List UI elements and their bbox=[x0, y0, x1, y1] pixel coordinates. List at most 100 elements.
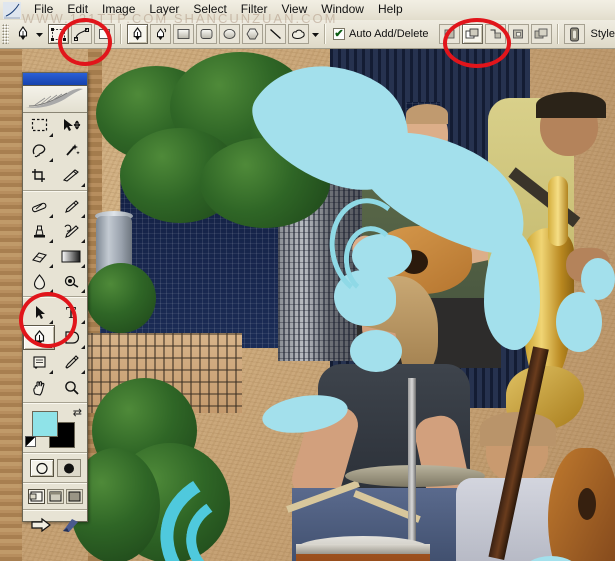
auto-add-delete-checkbox[interactable]: ✔ Auto Add/Delete bbox=[333, 28, 429, 40]
menu-layer[interactable]: Layer bbox=[142, 1, 186, 19]
flyout-triangle-icon bbox=[81, 183, 85, 187]
subtract-from-shape-area-button[interactable] bbox=[461, 24, 483, 44]
tools-palette[interactable]: T ⇄ bbox=[22, 72, 88, 533]
intersect-shape-areas-button[interactable] bbox=[484, 24, 506, 44]
foreground-color-swatch[interactable] bbox=[32, 411, 58, 437]
standard-screen-mode-button[interactable] bbox=[27, 489, 45, 504]
flyout-triangle-icon bbox=[81, 289, 85, 293]
photo-collage-canvas[interactable]: shan cun shancun .net bbox=[0, 48, 615, 561]
history-brush-tool[interactable] bbox=[55, 219, 87, 244]
exclude-overlapping-button[interactable] bbox=[507, 24, 529, 44]
default-colors-icon[interactable] bbox=[25, 436, 36, 447]
fill-pixels-button[interactable] bbox=[94, 24, 115, 44]
shape-layers-button[interactable] bbox=[48, 24, 69, 44]
menu-help[interactable]: Help bbox=[371, 1, 410, 19]
lasso-tool[interactable] bbox=[23, 138, 55, 163]
polygon-button[interactable] bbox=[242, 24, 263, 44]
custom-shape-button[interactable] bbox=[288, 24, 309, 44]
full-screen-mode-button[interactable] bbox=[65, 489, 83, 504]
tool-preset-caret-icon[interactable] bbox=[34, 31, 44, 38]
jump-to-row[interactable] bbox=[23, 513, 87, 541]
geometry-options-caret-icon[interactable] bbox=[310, 31, 320, 38]
photoshop-feather-icon[interactable] bbox=[3, 1, 21, 19]
photoshop-window: shan cun shancun .net bbox=[0, 0, 615, 561]
menu-edit[interactable]: Edit bbox=[60, 1, 95, 19]
mask-mode-row[interactable] bbox=[23, 456, 87, 480]
clone-stamp-tool[interactable] bbox=[23, 219, 55, 244]
menu-file[interactable]: File bbox=[27, 1, 60, 19]
menu-bar[interactable]: File Edit Image Layer Select Filter View… bbox=[0, 0, 615, 21]
flyout-triangle-icon bbox=[81, 239, 85, 243]
brush-tool[interactable] bbox=[55, 194, 87, 219]
gradient-tool[interactable] bbox=[55, 244, 87, 269]
cyan-splash-shape bbox=[581, 258, 615, 300]
screen-mode-row[interactable] bbox=[23, 486, 87, 507]
add-to-shape-area-button[interactable] bbox=[438, 24, 460, 44]
imageready-icon[interactable] bbox=[60, 517, 80, 539]
menu-window[interactable]: Window bbox=[314, 1, 371, 19]
swap-colors-icon[interactable]: ⇄ bbox=[73, 408, 82, 419]
eyedropper-tool[interactable] bbox=[55, 350, 87, 375]
color-swatches[interactable]: ⇄ bbox=[23, 406, 87, 450]
flyout-triangle-icon bbox=[49, 158, 53, 162]
tool-group-selection[interactable] bbox=[23, 113, 87, 188]
healing-brush-tool[interactable] bbox=[23, 194, 55, 219]
tool-group-vector[interactable]: T bbox=[23, 300, 87, 400]
rounded-rectangle-button[interactable] bbox=[196, 24, 217, 44]
slice-tool[interactable] bbox=[55, 163, 87, 188]
ellipse-button[interactable] bbox=[219, 24, 240, 44]
check-icon: ✔ bbox=[334, 27, 344, 40]
photoshop-feather-logo bbox=[23, 86, 87, 113]
quick-mask-mode-button[interactable] bbox=[56, 459, 81, 477]
crop-tool[interactable] bbox=[23, 163, 55, 188]
standard-mode-button[interactable] bbox=[29, 459, 54, 477]
notes-tool[interactable] bbox=[23, 350, 55, 375]
shape-tool[interactable] bbox=[55, 325, 87, 350]
rectangle-button[interactable] bbox=[173, 24, 194, 44]
flyout-triangle-icon bbox=[49, 264, 53, 268]
active-tool-preset[interactable] bbox=[12, 24, 34, 45]
combine-button[interactable] bbox=[530, 24, 552, 44]
pen-tool[interactable] bbox=[23, 325, 55, 350]
checkbox-box[interactable]: ✔ bbox=[333, 28, 345, 40]
flyout-triangle-icon bbox=[81, 264, 85, 268]
svg-text:T: T bbox=[66, 305, 76, 320]
flyout-triangle-icon bbox=[81, 214, 85, 218]
tool-group-retouch-paint[interactable] bbox=[23, 194, 87, 294]
flyout-triangle-icon bbox=[49, 370, 53, 374]
full-screen-with-menu-button[interactable] bbox=[46, 489, 64, 504]
double-bass-f-hole bbox=[578, 488, 596, 520]
flyout-triangle-icon bbox=[49, 320, 53, 324]
eraser-tool[interactable] bbox=[23, 244, 55, 269]
options-separator bbox=[556, 24, 559, 44]
menu-view[interactable]: View bbox=[274, 1, 314, 19]
tool-palette-title-bar[interactable] bbox=[23, 73, 87, 86]
freeform-pen-button[interactable] bbox=[150, 24, 171, 44]
line-button[interactable] bbox=[265, 24, 286, 44]
options-separator bbox=[120, 24, 122, 44]
hand-tool[interactable] bbox=[23, 375, 55, 400]
marquee-tool[interactable] bbox=[23, 113, 55, 138]
paths-button[interactable] bbox=[71, 24, 92, 44]
jump-to-imageready-button[interactable] bbox=[30, 517, 54, 539]
menu-image[interactable]: Image bbox=[95, 1, 142, 19]
options-bar[interactable]: ✔ Auto Add/Delete Style: bbox=[0, 20, 615, 49]
magic-wand-tool[interactable] bbox=[55, 138, 87, 163]
move-tool[interactable] bbox=[55, 113, 87, 138]
options-bar-grip[interactable] bbox=[2, 24, 9, 44]
flyout-triangle-icon bbox=[49, 133, 53, 137]
pen-tool-button[interactable] bbox=[127, 24, 148, 44]
menu-filter[interactable]: Filter bbox=[234, 1, 275, 19]
type-tool[interactable]: T bbox=[55, 300, 87, 325]
dodge-tool[interactable] bbox=[55, 269, 87, 294]
saxophonist-hair bbox=[536, 92, 606, 118]
zoom-tool[interactable] bbox=[55, 375, 87, 400]
cyan-splash-shape bbox=[350, 330, 402, 372]
palette-divider bbox=[23, 190, 87, 192]
menu-select[interactable]: Select bbox=[186, 1, 233, 19]
path-selection-tool[interactable] bbox=[23, 300, 55, 325]
blur-tool[interactable] bbox=[23, 269, 55, 294]
auto-add-delete-label: Auto Add/Delete bbox=[349, 28, 429, 40]
layer-style-button[interactable] bbox=[563, 24, 585, 44]
flyout-triangle-icon bbox=[49, 239, 53, 243]
